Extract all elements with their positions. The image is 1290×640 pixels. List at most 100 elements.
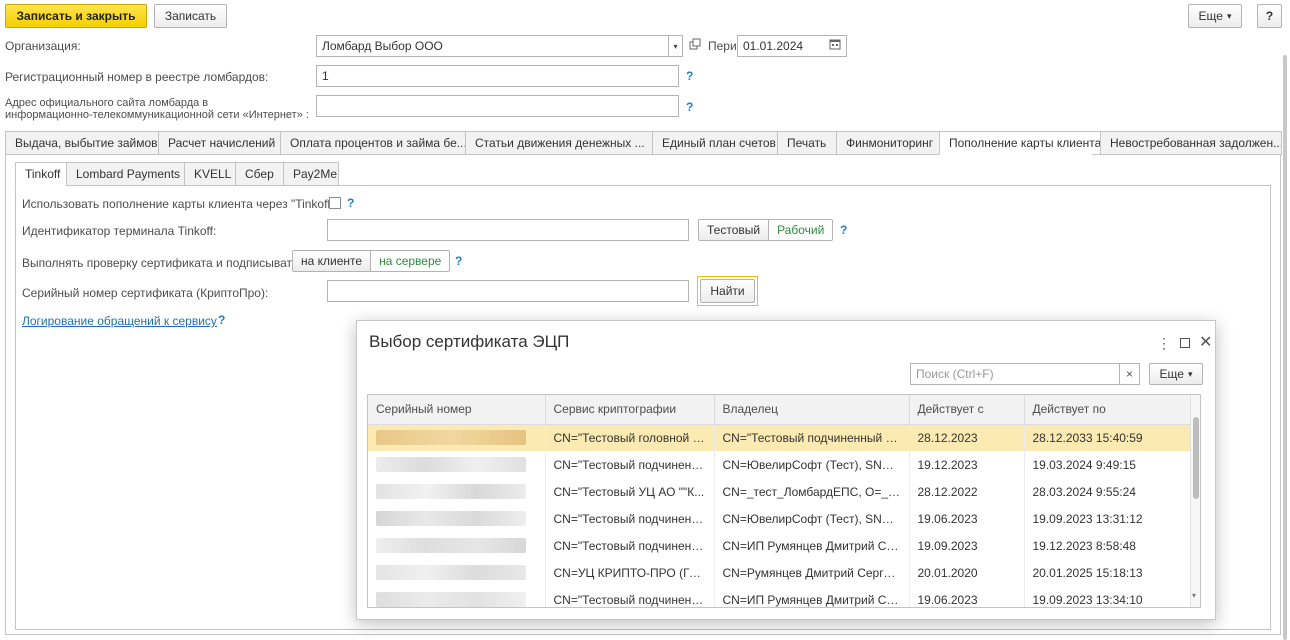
column-header-valid-to[interactable]: Действует по — [1024, 395, 1191, 425]
tab-print[interactable]: Печать — [777, 131, 836, 155]
crypto-service-cell: CN="Тестовый подчиненн... — [545, 505, 715, 532]
address-label-line1: Адрес официального сайта ломбарда в — [5, 97, 209, 109]
tab-chart-of-accounts[interactable]: Единый план счетов — [652, 131, 777, 155]
find-button[interactable]: Найти — [700, 279, 755, 303]
table-header-row: Серийный номер Сервис криптографии Владе… — [368, 395, 1191, 425]
cert-serial-label: Серийный номер сертификата (КриптоПро): — [22, 286, 269, 300]
tab-pay2me[interactable]: Pay2Me — [283, 162, 339, 186]
help-button[interactable]: ? — [1257, 4, 1282, 28]
tab-tinkoff[interactable]: Tinkoff — [15, 162, 66, 186]
open-icon[interactable] — [689, 38, 701, 50]
serial-cell-redacted — [368, 559, 546, 586]
save-button[interactable]: Записать — [154, 4, 227, 28]
cert-serial-field[interactable] — [327, 280, 689, 302]
scrollbar-thumb[interactable] — [1193, 417, 1199, 499]
valid-to-cell: 19.12.2023 8:58:48 — [1024, 532, 1191, 559]
more-label: Еще — [1198, 9, 1223, 23]
service-logging-link[interactable]: Логирование обращений к сервису — [22, 314, 217, 328]
terminal-id-label: Идентификатор терминала Tinkoff: — [22, 224, 217, 238]
terminal-id-field[interactable] — [327, 219, 689, 241]
use-tinkoff-label: Использовать пополнение карты клиента че… — [22, 197, 339, 211]
tab-lombard-payments[interactable]: Lombard Payments — [66, 162, 184, 186]
kebab-menu-icon[interactable]: ⋮ — [1157, 335, 1171, 352]
search-input[interactable]: Поиск (Ctrl+F) — [910, 363, 1120, 385]
more-menu-button[interactable]: Еще ▾ — [1188, 4, 1242, 28]
tab-sber[interactable]: Сбер — [235, 162, 283, 186]
valid-from-cell: 20.01.2020 — [909, 559, 1025, 586]
save-and-close-button[interactable]: Записать и закрыть — [5, 4, 147, 28]
chevron-down-icon: ▾ — [1226, 10, 1232, 21]
column-header-serial[interactable]: Серийный номер — [368, 395, 546, 425]
tab-accruals[interactable]: Расчет начислений — [158, 131, 280, 155]
tab-loans[interactable]: Выдача, выбытие займов — [5, 131, 158, 155]
table-row[interactable]: CN="Тестовый подчиненн... CN=ЮвелирСофт … — [368, 451, 1191, 478]
tab-unclaimed-debt[interactable]: Невостребованная задолжен... — [1100, 131, 1282, 155]
table-scrollbar[interactable]: ▾ — [1190, 395, 1200, 607]
serial-cell-redacted — [368, 451, 546, 478]
tab-cash-flow[interactable]: Статьи движения денежных ... — [465, 131, 652, 155]
tab-finmonitoring[interactable]: Финмониторинг — [836, 131, 939, 155]
mode-toggle[interactable]: Тестовый Рабочий — [698, 219, 834, 241]
valid-to-cell: 20.01.2025 15:18:13 — [1024, 559, 1191, 586]
valid-from-cell: 19.12.2023 — [909, 451, 1025, 478]
organization-field[interactable]: Ломбард Выбор ООО — [316, 35, 669, 57]
table-row[interactable]: CN="Тестовый подчиненн... CN=ИП Румянцев… — [368, 532, 1191, 559]
subtab-separator — [66, 185, 1271, 186]
owner-cell: CN=ИП Румянцев Дмитрий Сер... — [714, 532, 910, 559]
valid-to-cell: 19.03.2024 9:49:15 — [1024, 451, 1191, 478]
table-row[interactable]: CN="Тестовый подчиненн... CN=ЮвелирСофт … — [368, 505, 1191, 532]
verify-cert-label: Выполнять проверку сертификата и подписы… — [22, 256, 302, 270]
dropdown-icon[interactable]: ▾ — [669, 35, 683, 57]
page-scrollbar[interactable] — [1283, 55, 1287, 640]
tab-card-topup[interactable]: Пополнение карты клиента — [939, 131, 1100, 155]
table-row[interactable]: CN="Тестовый подчиненн... CN=ИП Румянцев… — [368, 586, 1191, 607]
help-icon[interactable]: ? — [686, 69, 693, 83]
verify-location-toggle[interactable]: на клиенте на сервере — [292, 250, 451, 272]
valid-to-cell: 28.03.2024 9:55:24 — [1024, 478, 1191, 505]
valid-from-cell: 28.12.2022 — [909, 478, 1025, 505]
valid-from-cell: 28.12.2023 — [909, 424, 1025, 451]
table-row[interactable]: CN=УЦ КРИПТО-ПРО (ГО... CN=Румянцев Дмит… — [368, 559, 1191, 586]
tab-kvell[interactable]: KVELL — [184, 162, 235, 186]
address-label-line2: информационно-телекоммуникационной сети … — [5, 109, 309, 121]
help-icon[interactable]: ? — [840, 223, 847, 237]
crypto-service-cell: CN="Тестовый подчиненн... — [545, 532, 715, 559]
dialog-more-button[interactable]: Еще ▾ — [1149, 363, 1203, 385]
close-icon[interactable]: ✕ — [1199, 332, 1212, 352]
owner-cell: CN=_тест_ЛомбардЕПС, O=_те... — [714, 478, 910, 505]
verify-client-option[interactable]: на клиенте — [293, 251, 372, 271]
valid-from-cell: 19.06.2023 — [909, 586, 1025, 607]
column-header-valid-from[interactable]: Действует с — [909, 395, 1025, 425]
column-header-crypto-service[interactable]: Сервис криптографии — [545, 395, 715, 425]
serial-cell-redacted — [368, 424, 546, 451]
certificate-table: Серийный номер Сервис криптографии Владе… — [367, 394, 1201, 608]
column-header-owner[interactable]: Владелец — [714, 395, 910, 425]
reg-number-field[interactable]: 1 — [316, 65, 679, 87]
use-tinkoff-checkbox[interactable] — [329, 197, 341, 209]
help-icon[interactable]: ? — [455, 254, 462, 268]
crypto-service-cell: CN="Тестовый подчиненн... — [545, 451, 715, 478]
scroll-down-icon[interactable]: ▾ — [1192, 591, 1196, 600]
serial-cell-redacted — [368, 586, 546, 607]
tab-interest-payment[interactable]: Оплата процентов и займа бе... — [280, 131, 465, 155]
crypto-service-cell: CN="Тестовый УЦ АО ""К... — [545, 478, 715, 505]
tab-separator — [1092, 154, 1281, 155]
verify-server-option[interactable]: на сервере — [371, 251, 450, 271]
reg-number-label: Регистрационный номер в реестре ломбардо… — [5, 70, 269, 84]
mode-work-option[interactable]: Рабочий — [769, 220, 833, 240]
calendar-icon[interactable] — [829, 38, 841, 50]
mode-test-option[interactable]: Тестовый — [699, 220, 770, 240]
table-row[interactable]: CN="Тестовый головной У... CN="Тестовый … — [368, 424, 1191, 451]
table-row[interactable]: CN="Тестовый УЦ АО ""К... CN=_тест_Ломба… — [368, 478, 1191, 505]
owner-cell: CN=Румянцев Дмитрий Сергее... — [714, 559, 910, 586]
help-icon[interactable]: ? — [686, 100, 693, 114]
certificate-dialog: Выбор сертификата ЭЦП ⋮ ✕ Поиск (Ctrl+F)… — [356, 320, 1216, 620]
owner-cell: CN="Тестовый подчиненный УЦ... — [714, 424, 910, 451]
help-icon[interactable]: ? — [347, 196, 354, 210]
help-icon[interactable]: ? — [218, 313, 225, 327]
website-address-field[interactable] — [316, 95, 679, 117]
dialog-more-label: Еще — [1159, 367, 1184, 381]
chevron-down-icon: ▾ — [1187, 368, 1193, 379]
clear-search-icon[interactable]: × — [1120, 363, 1140, 385]
maximize-icon[interactable] — [1180, 338, 1190, 348]
